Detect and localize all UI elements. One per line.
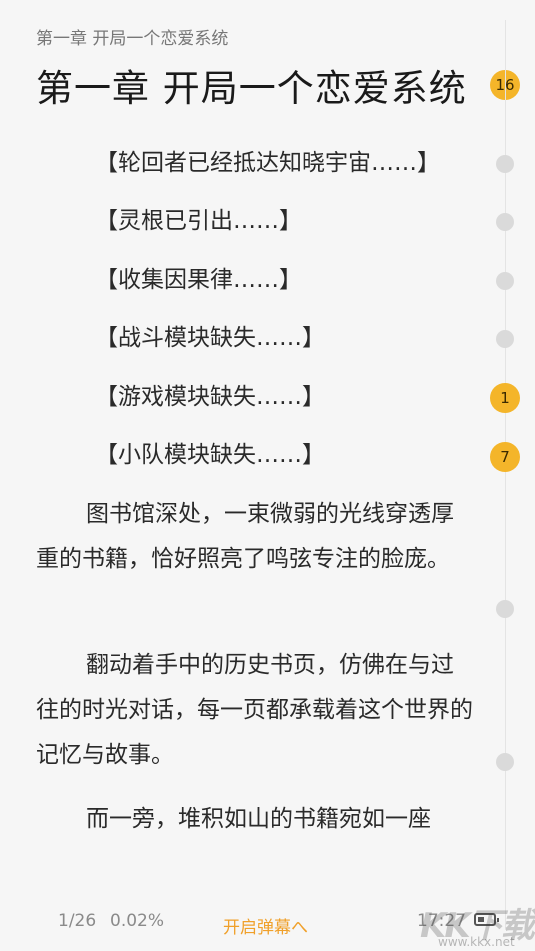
system-line: 【收集因果律……】 xyxy=(95,267,302,293)
paragraph-comment-dot[interactable] xyxy=(496,330,514,348)
paragraph-comment-dot[interactable] xyxy=(496,272,514,290)
page-progress: 1/26 xyxy=(58,911,97,931)
watermark-url: www.kkx.net xyxy=(438,935,515,949)
paragraph-comment-dot[interactable] xyxy=(496,753,514,771)
system-line: 【游戏模块缺失……】 xyxy=(95,384,325,410)
system-line: 【轮回者已经抵达知晓宇宙……】 xyxy=(95,150,440,176)
story-paragraph: 翻动着手中的历史书页，仿佛在与过往的时光对话，每一页都承载着这个世界的记忆与故事… xyxy=(36,652,473,768)
chapter-header-label: 第一章 开局一个恋爱系统 xyxy=(36,29,229,49)
read-percent: 0.02% xyxy=(110,911,165,931)
system-line: 【战斗模块缺失……】 xyxy=(95,325,325,351)
story-paragraph: 图书馆深处，一束微弱的光线穿透厚重的书籍，恰好照亮了鸣弦专注的脸庞。 xyxy=(36,501,454,572)
paragraph-comment-dot[interactable] xyxy=(496,155,514,173)
paragraph-comment-badge[interactable]: 1 xyxy=(490,383,520,413)
paragraph-comment-badge[interactable]: 7 xyxy=(490,442,520,472)
chapter-title: 第一章 开局一个恋爱系统 xyxy=(36,67,467,110)
danmaku-toggle-button[interactable]: 开启弹幕へ xyxy=(223,913,308,938)
paragraph-comment-dot[interactable] xyxy=(496,213,514,231)
system-line: 【小队模块缺失……】 xyxy=(95,442,325,468)
paragraph-comment-dot[interactable] xyxy=(496,600,514,618)
system-line: 【灵根已引出……】 xyxy=(95,208,302,234)
story-paragraph: 而一旁，堆积如山的书籍宛如一座 xyxy=(86,806,431,832)
